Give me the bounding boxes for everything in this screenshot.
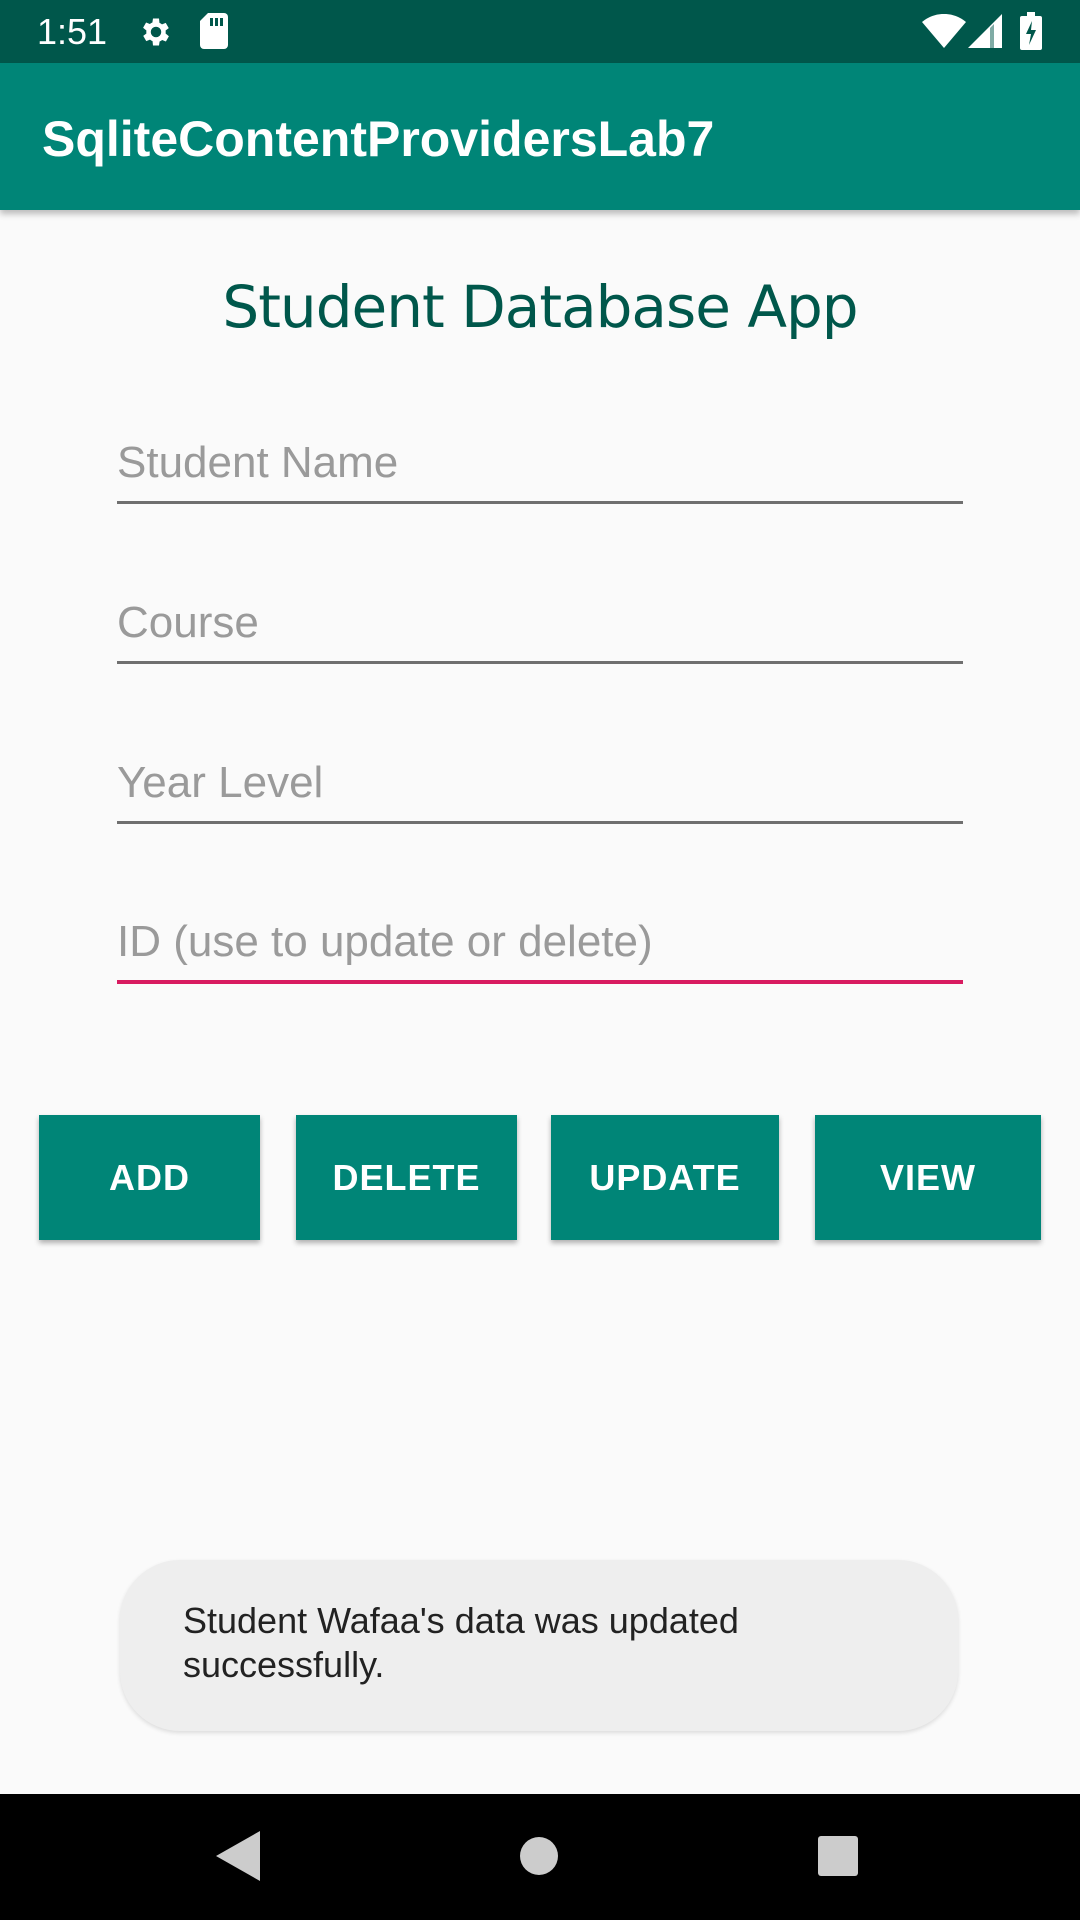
delete-button[interactable]: DELETE: [296, 1115, 517, 1240]
app-title: SqliteContentProvidersLab7: [42, 111, 715, 167]
nav-bar: [0, 1794, 1080, 1920]
battery-icon: [1020, 12, 1042, 50]
back-icon[interactable]: [216, 1831, 260, 1881]
toast-message: Student Wafaa's data was updated success…: [183, 1600, 739, 1685]
recents-icon[interactable]: [818, 1836, 858, 1876]
cell-signal-icon: [968, 14, 1002, 48]
settings-icon: [138, 14, 174, 50]
year-level-input[interactable]: [117, 750, 963, 824]
status-bar: 1:51: [0, 0, 1080, 63]
page-heading: Student Database App: [222, 273, 858, 341]
sd-card-icon: [200, 13, 228, 49]
course-input[interactable]: [117, 590, 963, 664]
view-button[interactable]: VIEW: [815, 1115, 1041, 1240]
id-input[interactable]: [117, 910, 963, 984]
app-bar: SqliteContentProvidersLab7: [0, 63, 1080, 210]
home-icon[interactable]: [520, 1837, 558, 1875]
toast: Student Wafaa's data was updated success…: [120, 1560, 958, 1731]
status-time: 1:51: [37, 11, 108, 52]
wifi-icon: [922, 14, 966, 48]
student-name-input[interactable]: [117, 430, 963, 504]
add-button[interactable]: ADD: [39, 1115, 260, 1240]
update-button[interactable]: UPDATE: [551, 1115, 779, 1240]
